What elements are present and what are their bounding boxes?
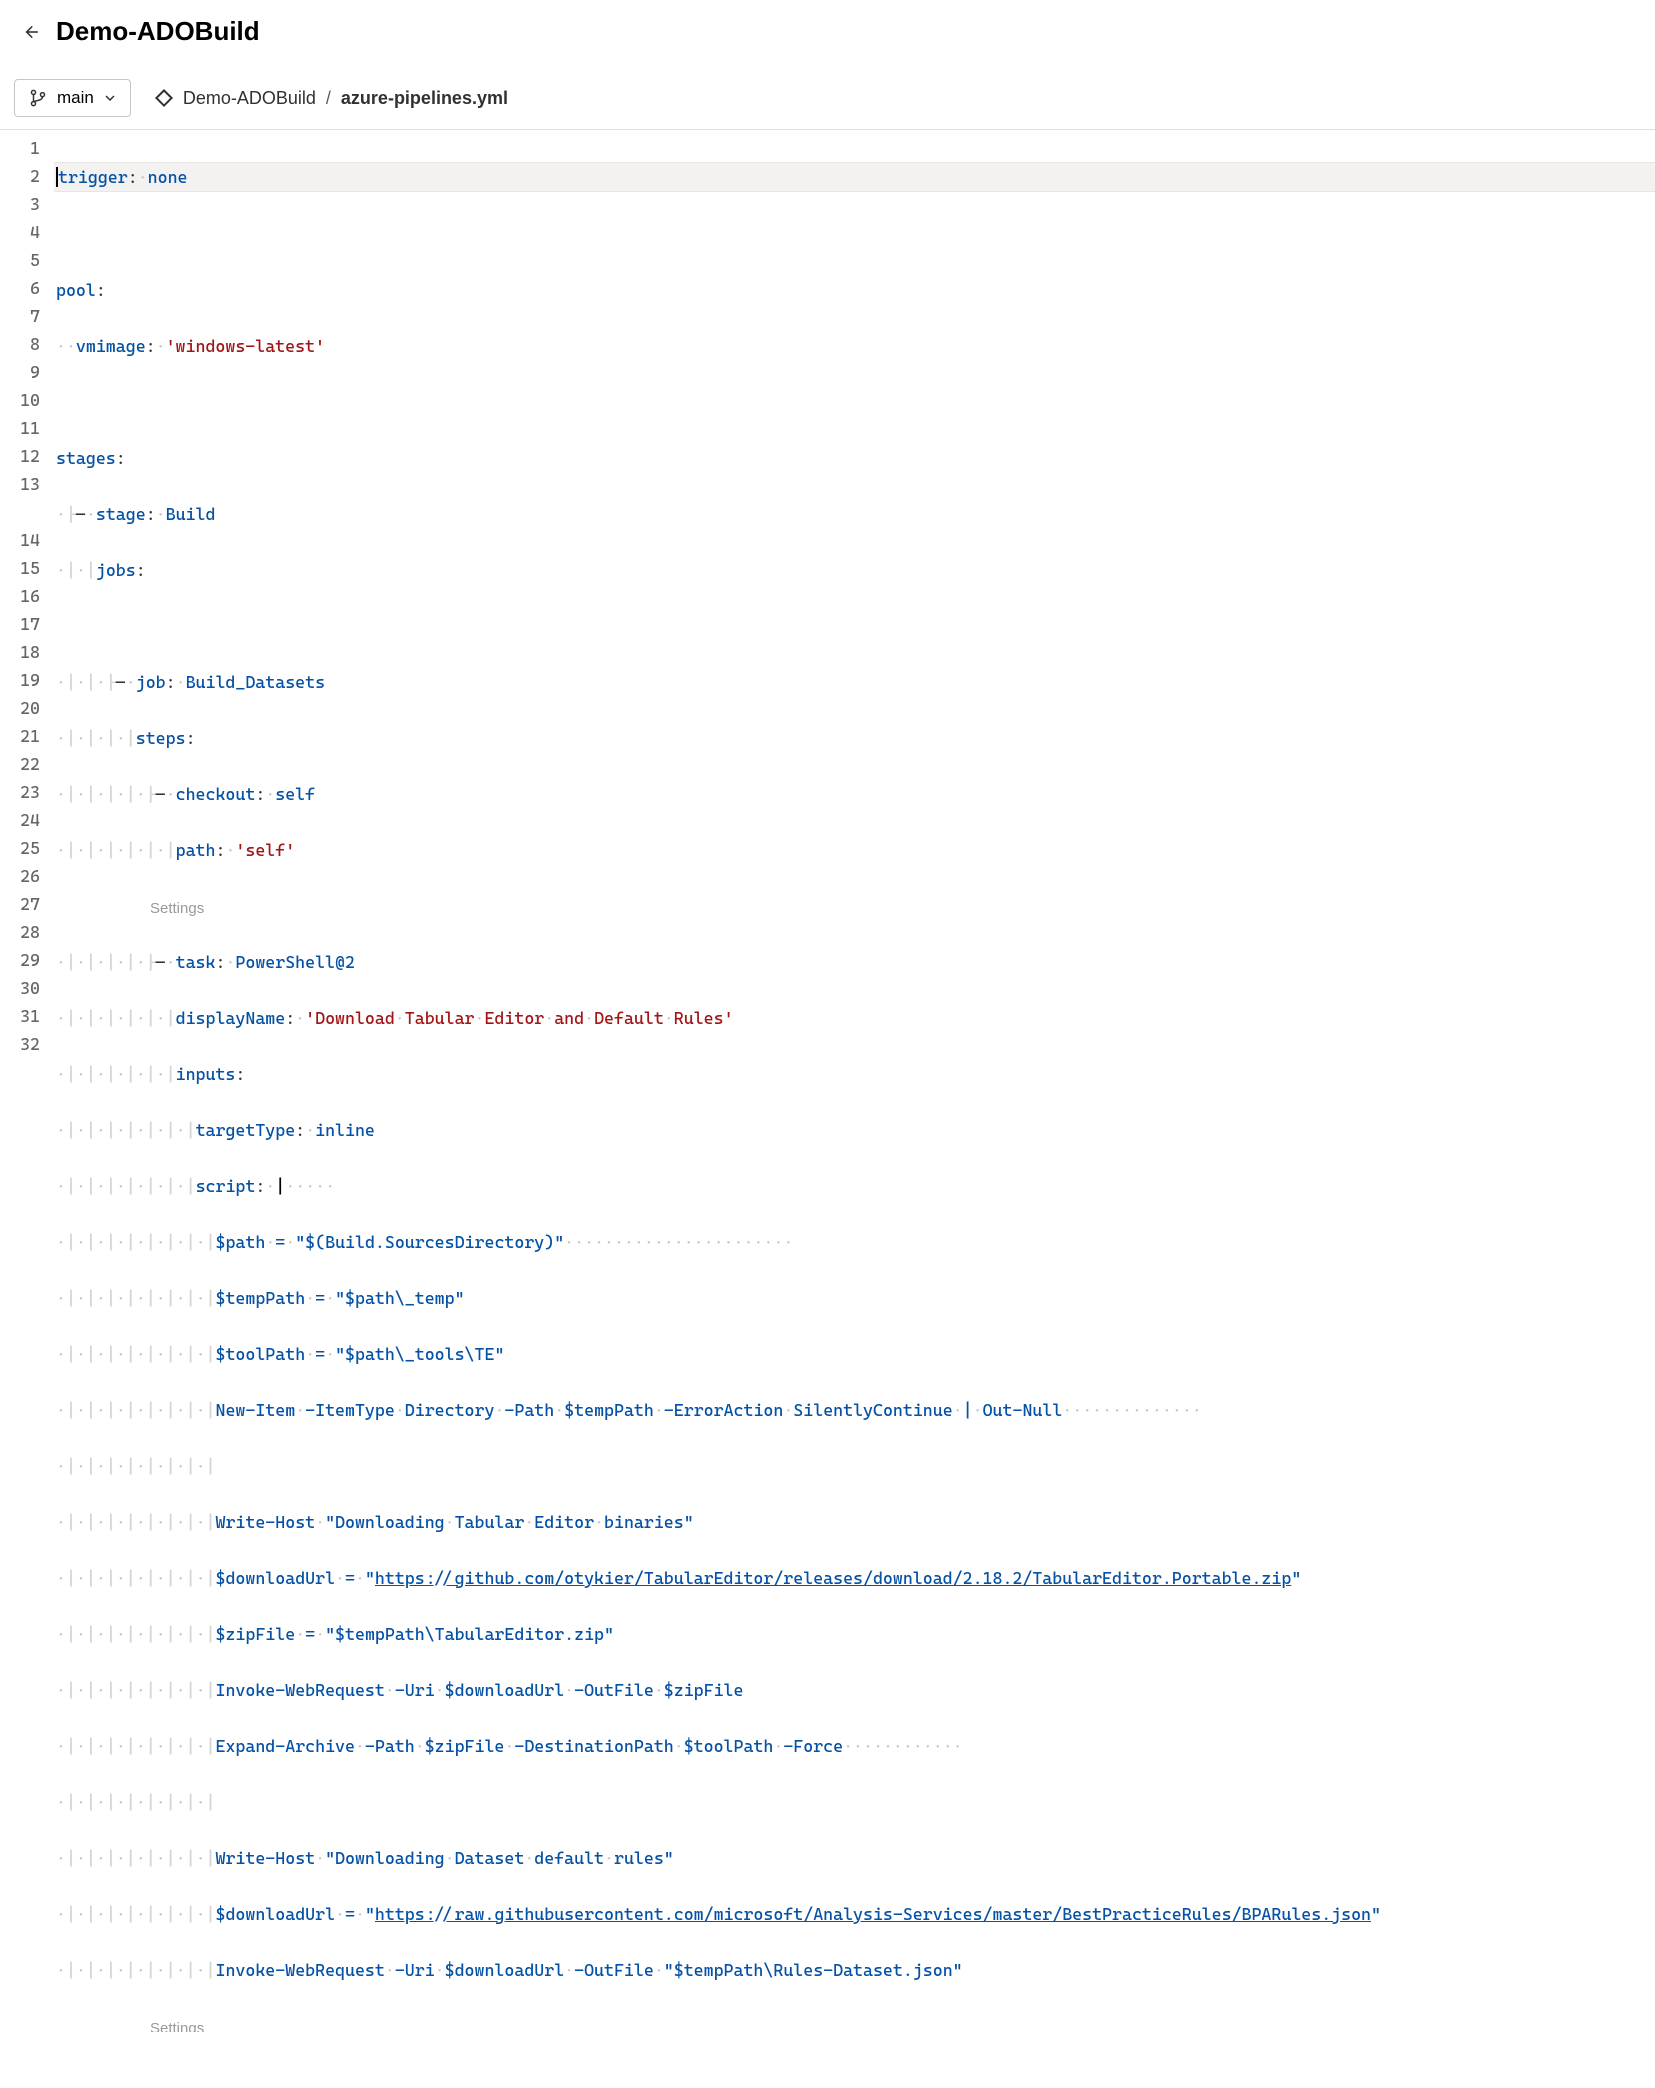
toolbar: main Demo-ADOBuild / azure-pipelines.yml	[0, 71, 1655, 130]
code-line[interactable]: ·|·|·|·|·|·|displayName:·'Download·Tabul…	[54, 1004, 1655, 1032]
breadcrumb: Demo-ADOBuild / azure-pipelines.yml	[155, 88, 508, 109]
code-content[interactable]: trigger:·none pool: ··vmimage:·'windows-…	[54, 134, 1655, 2088]
code-line[interactable]: ·|·|·|·|·|-·task:·PowerShell@2	[54, 948, 1655, 976]
settings-codelens[interactable]: Settings	[150, 2015, 204, 2032]
code-line[interactable]: ·|·|·|·|steps:	[54, 724, 1655, 752]
code-lens-row: Settings	[54, 2012, 1655, 2032]
branch-name: main	[57, 88, 94, 108]
arrow-left-icon	[21, 23, 39, 41]
code-line[interactable]: ·|·|·|·|·|·|·|·|New-Item·-ItemType·Direc…	[54, 1396, 1655, 1424]
page-header: Demo-ADOBuild	[0, 0, 1655, 71]
branch-selector[interactable]: main	[14, 79, 131, 117]
code-line[interactable]: ·|·|·|-·job:·Build_Datasets	[54, 668, 1655, 696]
code-line[interactable]: pool:	[54, 276, 1655, 304]
code-editor[interactable]: 123456789 10111213141516171819 202122232…	[0, 130, 1655, 2088]
code-line[interactable]: ·|·|·|·|·|·|·|targetType:·inline	[54, 1116, 1655, 1144]
code-line[interactable]: ·|·|·|·|·|·|·|·|Invoke-WebRequest·-Uri·$…	[54, 1676, 1655, 1704]
code-line[interactable]: ·|·|·|·|·|·|·|·|$path·=·"$(Build.Sources…	[54, 1228, 1655, 1256]
file-icon	[155, 89, 173, 107]
code-line[interactable]: ·|·|·|·|·|·|·|script:·|·····	[54, 1172, 1655, 1200]
code-line[interactable]: ·|·|·|·|·|·|·|·|$downloadUrl·=·"https://…	[54, 1900, 1655, 1928]
code-line[interactable]: ·|·|·|·|·|·|·|·|$downloadUrl·=·"https://…	[54, 1564, 1655, 1592]
branch-icon	[29, 89, 47, 107]
code-line[interactable]: ·|·|·|·|·|·|·|·|Write-Host·"Downloading·…	[54, 1508, 1655, 1536]
code-line[interactable]	[54, 220, 1655, 248]
code-line[interactable]: ·|·|jobs:	[54, 556, 1655, 584]
code-line[interactable]: ·|·|·|·|·|·|path:·'self'	[54, 836, 1655, 864]
code-line[interactable]	[54, 612, 1655, 640]
back-button[interactable]	[18, 20, 42, 44]
code-line[interactable]: ·|·|·|·|·|·|·|·|$toolPath·=·"$path\_tool…	[54, 1340, 1655, 1368]
breadcrumb-file: azure-pipelines.yml	[341, 88, 508, 109]
code-line[interactable]: ·|·|·|·|·|·|·|·|$zipFile·=·"$tempPath\Ta…	[54, 1620, 1655, 1648]
code-line[interactable]: ·|-·stage:·Build	[54, 500, 1655, 528]
code-lens-row: Settings	[54, 892, 1655, 920]
code-line[interactable]	[54, 388, 1655, 416]
code-line[interactable]: stages:	[54, 444, 1655, 472]
breadcrumb-repo[interactable]: Demo-ADOBuild	[183, 88, 316, 109]
code-line[interactable]: trigger:·none	[54, 162, 1655, 192]
code-line[interactable]: ·|·|·|·|·|·|·|·|Expand-Archive·-Path·$zi…	[54, 1732, 1655, 1760]
code-line[interactable]: ·|·|·|·|·|·|·|·|$tempPath·=·"$path\_temp…	[54, 1284, 1655, 1312]
code-line[interactable]: ·|·|·|·|·|·|·|·|Write-Host·"Downloading·…	[54, 1844, 1655, 1872]
page-title: Demo-ADOBuild	[56, 16, 260, 47]
code-line[interactable]: ··vmimage:·'windows-latest'	[54, 332, 1655, 360]
code-line[interactable]: ·|·|·|·|·|·|inputs:	[54, 1060, 1655, 1088]
code-line[interactable]: ·|·|·|·|·|·|·|·|	[54, 1452, 1655, 1480]
code-line[interactable]: ·|·|·|·|·|·|·|·|Invoke-WebRequest·-Uri·$…	[54, 1956, 1655, 1984]
gutter: 123456789 10111213141516171819 202122232…	[0, 134, 54, 2088]
code-line[interactable]: ·|·|·|·|·|·|·|·|	[54, 1788, 1655, 1816]
settings-codelens[interactable]: Settings	[150, 895, 204, 923]
breadcrumb-separator: /	[326, 88, 331, 109]
chevron-down-icon	[104, 92, 116, 104]
code-line[interactable]: ·|·|·|·|·|-·checkout:·self	[54, 780, 1655, 808]
